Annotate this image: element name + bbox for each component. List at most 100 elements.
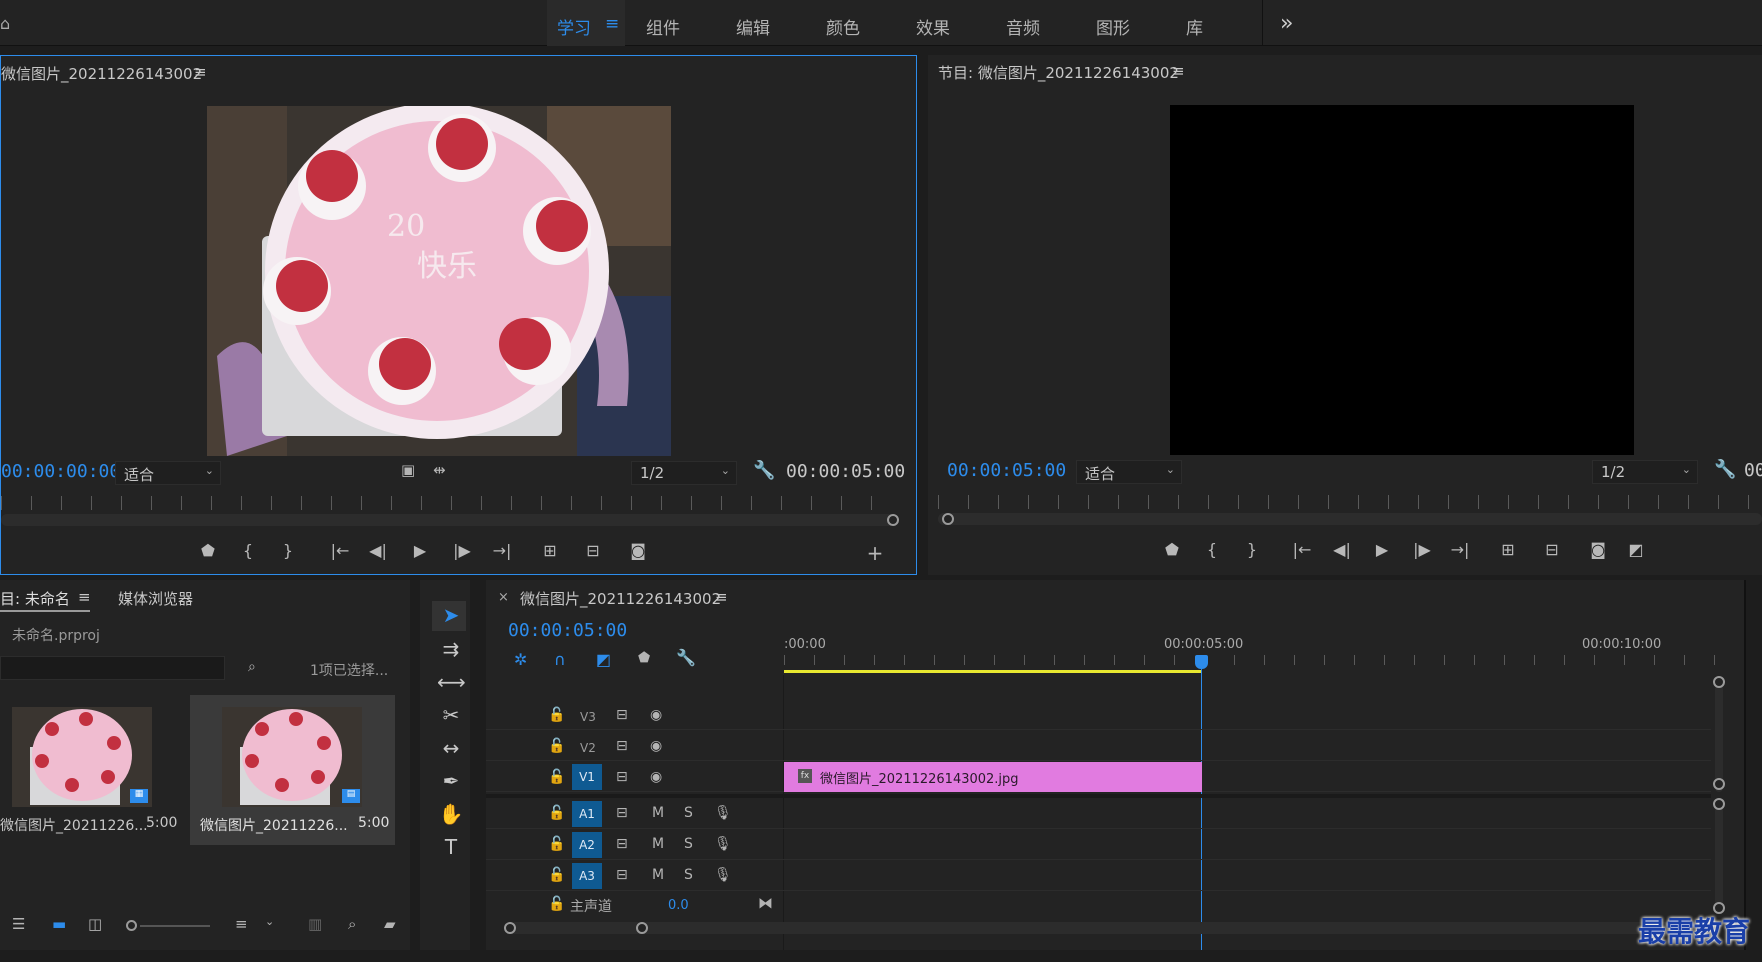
source-settings-wrench-icon[interactable]: 🔧 [753,460,775,481]
step-back-icon[interactable]: ◀| [366,541,390,560]
timeline-time-ruler[interactable] [784,655,1724,665]
go-to-out-icon[interactable]: →| [490,541,514,560]
sync-lock-icon[interactable]: ⊟ [616,738,628,754]
go-to-in-icon[interactable]: |← [1290,540,1314,559]
nest-clips-icon[interactable]: ✲ [514,650,527,669]
source-panel-menu-icon[interactable]: ≡ [194,63,207,81]
lift-icon[interactable]: ⊞ [1496,540,1520,559]
audio-vertical-scrollbar[interactable] [1715,802,1723,914]
source-scrub-bar[interactable] [1,514,896,526]
h-scroll-right-handle[interactable] [636,922,648,934]
timeline-panel-menu-icon[interactable]: ≡ [715,588,728,606]
add-marker-icon[interactable]: ⬟ [1160,540,1184,559]
solo-button[interactable]: S [684,805,693,821]
sort-icons-icon[interactable]: ≡ [235,915,248,933]
zoom-slider-handle[interactable] [126,920,137,931]
workspace-tab-learn[interactable]: 学习 [557,14,591,39]
source-fit-dropdown[interactable]: 适合 ⌄ [115,461,221,485]
sync-lock-icon[interactable]: ⊟ [616,805,628,821]
mark-in-icon[interactable]: { [1200,540,1224,559]
mark-out-icon[interactable]: } [1240,540,1264,559]
freeform-view-icon[interactable]: ◫ [88,915,102,933]
extract-icon[interactable]: ⊟ [1540,540,1564,559]
source-monitor-title[interactable]: 微信图片_20211226143002 [1,63,202,84]
project-media-item-selected[interactable]: ▤ 微信图片_20211226... 5:00 [190,695,395,845]
source-export-frame-icon[interactable]: ▣ [401,461,415,479]
step-forward-icon[interactable]: |▶ [450,541,474,560]
mark-out-icon[interactable]: } [276,541,300,560]
program-scrub-bar[interactable] [938,513,1762,525]
workspace-tab-assembly[interactable]: 组件 [646,14,680,39]
timeline-close-icon[interactable]: × [498,590,509,605]
sync-lock-icon[interactable]: ⊟ [616,769,628,785]
mute-button[interactable]: M [652,836,664,852]
timeline-sequence-tab[interactable]: 微信图片_20211226143002 [520,588,721,609]
track-select-tool-icon[interactable]: ⇉ [437,637,465,661]
horizontal-scrollbar[interactable] [508,922,1708,934]
export-frame-camera-icon[interactable]: ◙ [1586,540,1610,559]
play-icon[interactable]: ▶ [1370,540,1394,559]
snap-magnet-icon[interactable]: ∩ [554,650,566,669]
workspace-tab-editing[interactable]: 编辑 [736,14,770,39]
lock-icon[interactable]: 🔓 [548,805,565,821]
program-playhead-timecode[interactable]: 00:00:05:00 [947,460,1066,481]
project-panel-menu-icon[interactable]: ≡ [78,588,91,606]
mute-button[interactable]: M [652,867,664,883]
lock-icon[interactable]: 🔓 [548,867,565,883]
track-label-v2[interactable]: V2 [580,741,596,755]
sync-lock-icon[interactable]: ⊟ [616,867,628,883]
program-fit-dropdown[interactable]: 适合 ⌄ [1076,460,1182,484]
automate-to-sequence-icon[interactable]: ▥ [308,915,322,933]
type-tool-icon[interactable]: T [437,835,465,859]
mark-in-icon[interactable]: { [236,541,260,560]
comparison-view-icon[interactable]: ◩ [1624,540,1648,559]
play-icon[interactable]: ▶ [408,541,432,560]
program-monitor-title[interactable]: 节目: 微信图片_20211226143002 [938,62,1179,83]
playhead-handle[interactable] [1195,655,1208,669]
eye-icon[interactable]: ◉ [650,738,662,754]
audio-v-scroll-top-handle[interactable] [1713,798,1725,810]
work-area-bar[interactable] [784,670,1202,673]
step-forward-icon[interactable]: |▶ [1410,540,1434,559]
lock-icon[interactable]: 🔓 [548,836,565,852]
sync-lock-icon[interactable]: ⊟ [616,707,628,723]
track-label-v3[interactable]: V3 [580,710,596,724]
workspace-tab-audio[interactable]: 音频 [1006,14,1040,39]
source-playhead-timecode[interactable]: 00:00:00:00 [1,461,120,482]
track-target-a1[interactable]: A1 [572,801,602,827]
new-bin-folder-icon[interactable]: ▰ [384,915,396,933]
find-icon[interactable]: ⌕ [348,915,356,933]
list-view-icon[interactable]: ☰ [12,915,25,933]
lock-icon[interactable]: 🔓 [548,769,565,785]
sync-lock-icon[interactable]: ⊟ [616,836,628,852]
workspace-tab-graphics[interactable]: 图形 [1096,14,1130,39]
workspace-tab-color[interactable]: 颜色 [826,14,860,39]
track-target-v1[interactable]: V1 [572,764,602,790]
workspace-tab-libraries[interactable]: 库 [1186,14,1203,39]
source-drag-video-icon[interactable]: ⇹ [433,461,446,479]
razor-tool-icon[interactable]: ✂ [437,703,465,727]
step-back-icon[interactable]: ◀| [1330,540,1354,559]
button-editor-plus-icon[interactable]: + [863,541,887,565]
bin-find-icon[interactable]: ⌕ [248,659,256,675]
project-tab[interactable]: 目: 未命名 [0,588,70,609]
mute-button[interactable]: M [652,805,664,821]
add-marker-icon[interactable]: ⬟ [196,541,220,560]
track-target-a3[interactable]: A3 [572,863,602,889]
microphone-icon[interactable]: 🎙 [714,867,732,883]
program-resolution-dropdown[interactable]: 1/2 ⌄ [1592,460,1698,484]
home-icon[interactable]: ⌂ [0,14,10,33]
workspace-tab-effects[interactable]: 效果 [916,14,950,39]
ripple-edit-tool-icon[interactable]: ⟷ [437,670,466,694]
solo-button[interactable]: S [684,836,693,852]
workspace-menu-icon[interactable]: ≡ [605,14,619,34]
project-search-input[interactable] [0,656,225,680]
icon-view-icon[interactable]: ▬ [52,915,66,933]
add-marker-icon[interactable]: ⬟ [638,650,650,666]
program-settings-wrench-icon[interactable]: 🔧 [1714,459,1736,480]
go-to-out-icon[interactable]: →| [1448,540,1472,559]
lock-icon[interactable]: 🔓 [548,738,565,754]
overwrite-icon[interactable]: ⊟ [581,541,605,560]
timeline-playhead-timecode[interactable]: 00:00:05:00 [508,620,627,641]
project-media-item[interactable]: ▦ 微信图片_20211226... 5:00 [0,695,188,845]
